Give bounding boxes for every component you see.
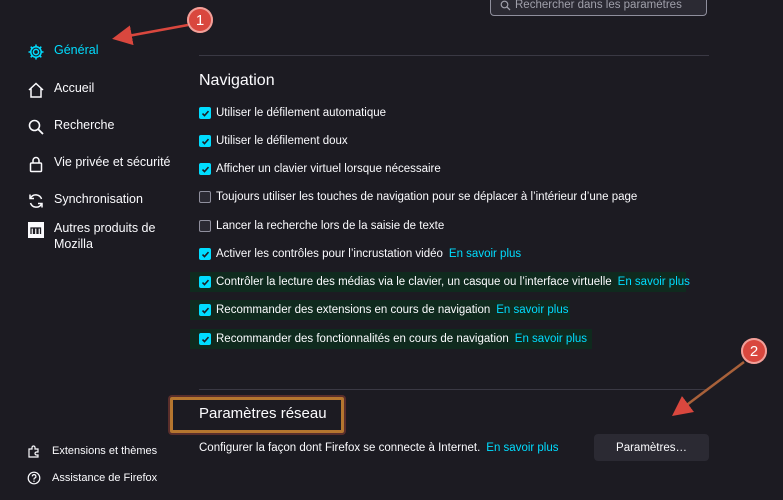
check-icon (201, 166, 209, 173)
help-icon (26, 470, 42, 486)
sidebar-footer-extensions[interactable]: Extensions et thèmes (26, 443, 157, 459)
puzzle-icon (26, 443, 42, 459)
checkbox-checked[interactable] (199, 304, 211, 316)
learn-more-link[interactable]: En savoir plus (449, 248, 521, 260)
navigation-option-label: Activer les contrôles pour l’incrustatio… (216, 248, 443, 260)
lock-icon (26, 154, 46, 174)
sync-icon (26, 191, 46, 211)
sidebar-item-label: Vie privée et sécurité (54, 155, 171, 169)
check-icon (201, 307, 209, 314)
navigation-option-label: Afficher un clavier virtuel lorsque néce… (216, 163, 441, 175)
sidebar-footer-label: Assistance de Firefox (52, 472, 158, 484)
check-icon (201, 251, 209, 258)
sidebar-item-search[interactable]: Recherche (26, 117, 114, 137)
network-settings-button[interactable]: Paramètres… (594, 434, 709, 461)
checkbox-checked[interactable] (199, 163, 211, 175)
sidebar-item-sync[interactable]: Synchronisation (26, 191, 143, 211)
divider (199, 389, 709, 390)
mozilla-icon (26, 220, 46, 240)
learn-more-link[interactable]: En savoir plus (515, 333, 587, 345)
search-icon (497, 0, 513, 13)
check-icon (201, 138, 209, 145)
checkbox-checked[interactable] (199, 333, 211, 345)
network-description-row: Configurer la façon dont Firefox se conn… (199, 439, 559, 457)
checkbox-unchecked[interactable] (199, 191, 211, 203)
network-description: Configurer la façon dont Firefox se conn… (199, 442, 481, 454)
sidebar-item-label: Accueil (54, 81, 95, 95)
sidebar-item-label: Autres produits de Mozilla (54, 221, 156, 251)
divider (199, 55, 709, 56)
navigation-option-label: Recommander des extensions en cours de n… (216, 304, 491, 316)
section-title-network: Paramètres réseau (199, 405, 327, 422)
sidebar-footer-label: Extensions et thèmes (52, 445, 158, 457)
navigation-option-label: Contrôler la lecture des médias via le c… (216, 276, 612, 288)
gear-icon (26, 42, 46, 62)
home-icon (26, 80, 46, 100)
check-icon (201, 279, 209, 286)
navigation-option[interactable]: Lancer la recherche lors de la saisie de… (199, 217, 444, 235)
navigation-option-label: Recommander des fonctionnalités en cours… (216, 333, 509, 345)
sidebar-item-mozilla-products[interactable]: Autres produits de Mozilla (26, 220, 169, 252)
checkbox-unchecked[interactable] (199, 220, 211, 232)
sidebar-item-privacy[interactable]: Vie privée et sécurité (26, 154, 171, 174)
annotation-badge-2: 2 (741, 338, 767, 364)
navigation-option[interactable]: Contrôler la lecture des médias via le c… (199, 273, 690, 291)
checkbox-checked[interactable] (199, 248, 211, 260)
search-icon (26, 117, 46, 137)
section-title-navigation: Navigation (199, 72, 275, 89)
navigation-option[interactable]: Activer les contrôles pour l’incrustatio… (199, 245, 521, 263)
sidebar-item-label: Synchronisation (54, 192, 143, 206)
navigation-option-label: Toujours utiliser les touches de navigat… (216, 191, 638, 203)
navigation-option[interactable]: Toujours utiliser les touches de navigat… (199, 188, 637, 206)
annotation-badge-1: 1 (187, 7, 213, 33)
navigation-option[interactable]: Utiliser le défilement automatique (199, 104, 386, 122)
sidebar-footer-support[interactable]: Assistance de Firefox (26, 470, 157, 486)
sidebar-item-general[interactable]: Général (26, 42, 98, 62)
sidebar: Général Accueil Recherche Vie privée et … (0, 0, 180, 500)
sidebar-item-home[interactable]: Accueil (26, 80, 94, 100)
sidebar-item-label: Recherche (54, 118, 115, 132)
navigation-option[interactable]: Recommander des extensions en cours de n… (199, 301, 568, 319)
sidebar-item-label: Général (54, 43, 99, 57)
navigation-option-label: Lancer la recherche lors de la saisie de… (216, 220, 445, 232)
navigation-option[interactable]: Afficher un clavier virtuel lorsque néce… (199, 160, 441, 178)
navigation-option-label: Utiliser le défilement doux (216, 135, 348, 147)
search-placeholder: Rechercher dans les paramètres (515, 0, 682, 11)
checkbox-checked[interactable] (199, 276, 211, 288)
checkbox-checked[interactable] (199, 107, 211, 119)
search-input[interactable]: Rechercher dans les paramètres (490, 0, 707, 16)
navigation-option-label: Utiliser le défilement automatique (216, 107, 387, 119)
checkbox-checked[interactable] (199, 135, 211, 147)
navigation-option[interactable]: Utiliser le défilement doux (199, 132, 348, 150)
learn-more-link[interactable]: En savoir plus (496, 304, 568, 316)
annotation-arrow-2 (672, 361, 745, 416)
check-icon (201, 110, 209, 117)
learn-more-link[interactable]: En savoir plus (618, 276, 690, 288)
navigation-option[interactable]: Recommander des fonctionnalités en cours… (199, 330, 587, 348)
network-learn-more-link[interactable]: En savoir plus (486, 442, 558, 454)
check-icon (201, 336, 209, 343)
